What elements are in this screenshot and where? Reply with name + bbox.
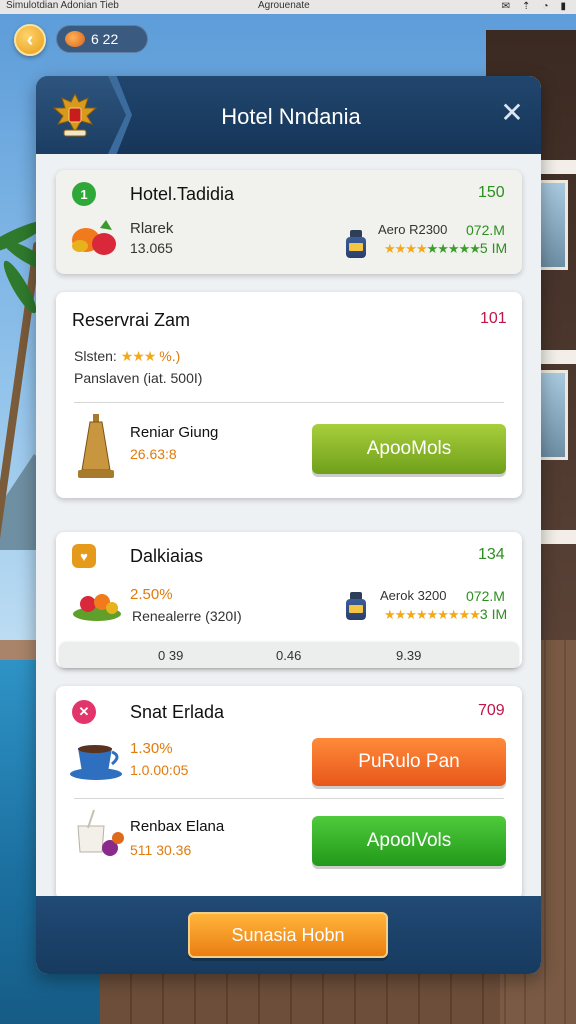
dalkiaias-rating: ★★★★★★★★★3 IM — [384, 606, 508, 622]
dialog-footer: Sunasia Hobn — [36, 896, 541, 974]
hotel-dialog: Hotel Nndania ✕ 1 Hotel.Tadidia 150 Rlar… — [36, 76, 541, 974]
stat-value: 0.46 — [276, 648, 302, 663]
footer-main-button[interactable]: Sunasia Hobn — [188, 912, 388, 958]
hotel-item-name: Rlarek — [130, 220, 174, 237]
close-button[interactable]: ✕ — [498, 97, 526, 128]
tea-set-icon — [77, 809, 124, 856]
reservation-item-value: 26.63:8 — [130, 446, 177, 462]
hotel-badge: 1 — [72, 182, 96, 206]
dalkiaias-right-label: Aerok 3200 — [380, 588, 447, 603]
reservation-sub-line: Panslaven (iat. 500I) — [74, 370, 203, 386]
signal-icon: ⇡ — [522, 1, 531, 12]
fruit-basket-icon — [72, 220, 116, 255]
reservation-status: Slsten: ★★★ %.) — [74, 348, 181, 364]
card-snat: ✕ Snat Erlada 709 1.30% 1.0.00:05 PuRulo… — [56, 686, 522, 900]
dialog-title: Hotel Nndania — [221, 104, 361, 129]
chevron-left-icon: ‹ — [26, 28, 34, 51]
bell-trophy-icon — [78, 414, 114, 478]
stat-value: 0 39 — [158, 648, 184, 663]
reservation-apply-button[interactable]: ApooMols — [312, 424, 506, 474]
wifi-icon: ◔ — [542, 1, 549, 12]
currency-value: 6 22 — [91, 31, 119, 47]
card-reservation: Reservrai Zam 101 Slsten: ★★★ %.) Pansla… — [56, 292, 522, 498]
hotel-title: Hotel.Tadidia — [130, 184, 235, 204]
stat-value: 9.39 — [396, 648, 422, 663]
hotel-rating: ★★★★★★★★★5 IM — [384, 240, 508, 256]
star-rating-green-icon: ★★★★★ — [426, 241, 481, 256]
dalkiaias-value: 134 — [478, 546, 505, 563]
hotel-right-label: Aero R2300 — [378, 222, 448, 237]
dalkiaias-stats-bar: 0 39 0.46 9.39 — [60, 642, 518, 668]
snat-title: Snat Erlada — [130, 702, 225, 722]
snat-primary-button[interactable]: PuRulo Pan — [312, 738, 506, 786]
dalkiaias-badge-icon: ♥ — [72, 544, 96, 568]
reservation-value: 101 — [480, 310, 507, 327]
battery-icon: ▮ — [560, 1, 566, 12]
snat-percent: 1.30% — [130, 740, 173, 757]
dalkiaias-title: Dalkiaias — [130, 546, 204, 566]
jar-icon — [346, 592, 366, 620]
star-rating-icon: ★★★★★★★★★ — [384, 607, 481, 622]
dalkiaias-percent: 2.50% — [130, 586, 173, 603]
star-rating-icon: ★★★★ — [384, 241, 428, 256]
hotel-item-value: 13.065 — [130, 240, 173, 256]
hotel-right-value: 072.M — [466, 222, 505, 238]
snat-item-value: 511 30.36 — [130, 842, 192, 858]
star-rating-icon: ★★★ — [120, 348, 157, 364]
status-center-text: Agrouenate — [258, 0, 310, 11]
snat-time: 1.0.00:05 — [130, 762, 189, 778]
garuda-emblem-icon — [52, 92, 98, 137]
jar-icon — [346, 230, 366, 258]
hotel-value: 150 — [478, 184, 505, 201]
dalkiaias-item-name: Renealerre (320I) — [132, 608, 242, 624]
back-button[interactable]: ‹ — [14, 24, 46, 56]
dalkiaias-right-value: 072.M — [466, 588, 505, 604]
snat-secondary-button[interactable]: ApoolVols — [312, 816, 506, 866]
snat-badge-icon: ✕ — [72, 700, 96, 724]
reservation-item-name: Reniar Giung — [130, 424, 219, 441]
snat-value: 709 — [478, 702, 505, 719]
status-left-text: Simulotdian Adonian Tieb — [6, 0, 119, 11]
emblem-tab — [36, 76, 126, 154]
snat-item-name: Renbax Elana — [130, 818, 225, 835]
mail-icon: ✉ — [501, 1, 511, 12]
currency-display: 6 22 — [56, 25, 148, 53]
card-hotel[interactable]: 1 Hotel.Tadidia 150 Rlarek 13.065 Aero R… — [56, 170, 522, 274]
reservation-title: Reservrai Zam — [72, 310, 191, 330]
close-icon: ✕ — [500, 97, 524, 128]
currency-icon — [65, 31, 85, 47]
status-bar: Simulotdian Adonian Tieb Agrouenate ✉ ⇡ … — [0, 0, 576, 14]
fruit-plate-icon — [73, 594, 121, 621]
coffee-cup-icon — [70, 745, 122, 780]
dialog-header: Hotel Nndania ✕ — [36, 76, 541, 154]
